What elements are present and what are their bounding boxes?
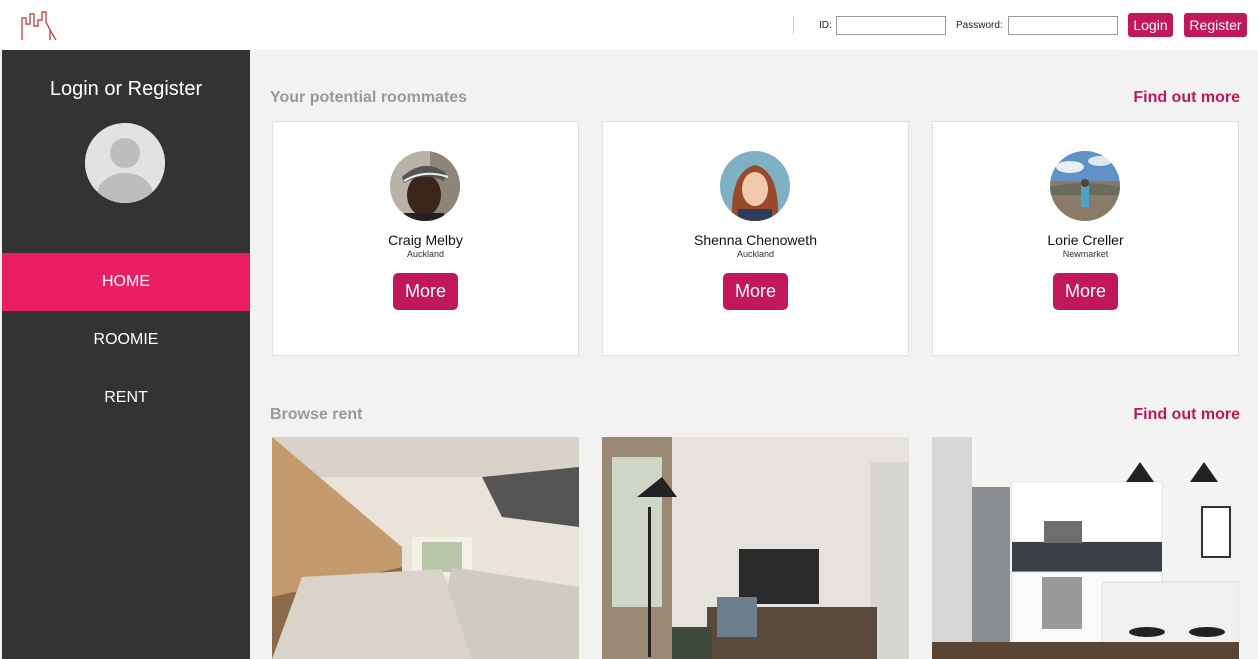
roommate-location: Auckland (736, 249, 775, 259)
roommate-location: Auckland (406, 249, 445, 259)
id-input[interactable] (836, 16, 946, 35)
roommate-card: Shenna Chenoweth Auckland More (602, 121, 909, 356)
rent-listing-photo[interactable] (272, 437, 579, 659)
roommate-card: Lorie Creller Newmarket More (932, 121, 1239, 356)
roommate-avatar (720, 151, 790, 221)
id-label: ID: (819, 20, 832, 31)
roommate-name: Craig Melby (388, 232, 463, 248)
rent-find-more-link[interactable]: Find out more (1133, 406, 1240, 424)
city-skyline-icon[interactable] (20, 10, 58, 42)
rent-section-title: Browse rent (270, 406, 363, 423)
more-button[interactable]: More (393, 273, 458, 310)
default-user-icon (85, 123, 165, 203)
nav-item-home[interactable]: HOME (2, 253, 250, 311)
roommate-location: Newmarket (1062, 249, 1109, 259)
header-divider (793, 16, 794, 34)
rent-listing-photo[interactable] (932, 437, 1239, 659)
rent-listing-photo[interactable] (602, 437, 909, 659)
roommate-name: Lorie Creller (1047, 232, 1124, 248)
sidebar: Login or Register HOME ROOMIE RENT (2, 50, 250, 659)
more-button[interactable]: More (1053, 273, 1118, 310)
password-label: Password: (956, 20, 1003, 31)
roommates-find-more-link[interactable]: Find out more (1133, 89, 1240, 107)
login-button[interactable]: Login (1128, 13, 1173, 37)
password-input[interactable] (1008, 16, 1118, 35)
login-register-title[interactable]: Login or Register (2, 78, 250, 101)
roommate-avatar (1050, 151, 1120, 221)
roommate-avatar (390, 151, 460, 221)
roommate-card: Craig Melby Auckland More (272, 121, 579, 356)
nav-item-roomie[interactable]: ROOMIE (2, 311, 250, 369)
nav-item-rent[interactable]: RENT (2, 369, 250, 427)
roommate-name: Shenna Chenoweth (694, 232, 817, 248)
register-button[interactable]: Register (1184, 13, 1247, 37)
roommates-section-title: Your potential roommates (270, 89, 468, 106)
more-button[interactable]: More (723, 273, 788, 310)
top-bar: ID: Password: Login Register (0, 0, 1258, 50)
